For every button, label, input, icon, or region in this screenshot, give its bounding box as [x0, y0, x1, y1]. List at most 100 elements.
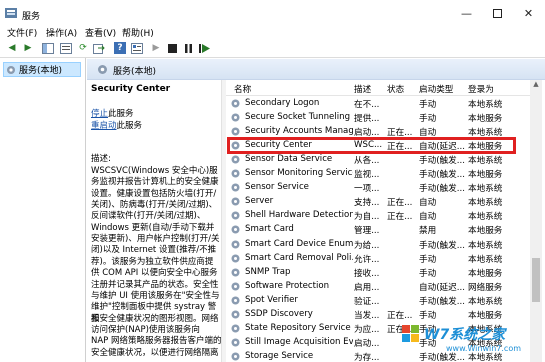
close-button[interactable]: ✕	[512, 0, 545, 26]
table-row[interactable]: Sensor Monitoring Service 监视... 手动(触发... 本地…	[226, 166, 518, 180]
cell-logon: 网络服务	[468, 282, 503, 293]
cell-name: Spot Verifier	[245, 294, 298, 305]
service-gear-icon	[231, 127, 240, 136]
cell-desc: 为给...	[354, 240, 380, 251]
scroll-up-icon[interactable]: ▲	[530, 80, 542, 90]
table-row[interactable]: Secure Socket Tunneling ... 提供... 手动 本地服务	[226, 110, 518, 124]
forward-arrow-icon: ▶	[24, 43, 32, 53]
cell-desc: 为存...	[354, 352, 380, 362]
menu-action[interactable]: 操作(A)	[46, 26, 77, 39]
description-line: 注册并记录其产品的状态。安全性	[91, 279, 219, 290]
cell-startup: 手动(触发...	[419, 240, 465, 251]
table-row[interactable]: SNMP Trap 接收... 手动 本地服务	[226, 265, 518, 279]
service-gear-icon	[231, 338, 240, 347]
maximize-button[interactable]	[481, 0, 514, 26]
cell-logon: 本地系统	[468, 212, 503, 223]
table-row[interactable]: Smart Card 管理... 禁用 本地服务	[226, 222, 518, 236]
windows-logo-icon	[402, 325, 419, 342]
column-header-name[interactable]: 名称	[234, 83, 251, 95]
table-row[interactable]: Shell Hardware Detection 为自... 正在... 自动 本地系统	[226, 208, 518, 222]
column-header-description[interactable]: 描述	[354, 83, 371, 95]
cell-name: Storage Service	[245, 350, 314, 361]
cell-desc: 为应...	[354, 324, 380, 335]
tree-item-services-local[interactable]: 服务(本地)	[3, 62, 81, 77]
cell-desc: 当发...	[354, 310, 380, 321]
pause-icon	[184, 43, 192, 53]
cell-desc: 在不...	[354, 100, 380, 110]
services-gear-icon	[7, 65, 15, 74]
table-row[interactable]: Sensor Data Service 从各... 手动(触发... 本地系统	[226, 152, 518, 166]
description-line: 反间谍软件(打开/关闭/过期)、	[91, 211, 206, 222]
pause-service-button[interactable]	[182, 42, 194, 54]
menu-help[interactable]: 帮助(H)	[122, 26, 154, 39]
refresh-button[interactable]: ⟳	[77, 42, 89, 54]
column-header-status[interactable]: 状态	[387, 83, 404, 95]
cell-desc: 提供...	[354, 114, 380, 125]
close-icon: ✕	[523, 6, 534, 20]
vertical-scrollbar[interactable]: ▲	[530, 80, 542, 362]
cell-name: SNMP Trap	[245, 266, 291, 277]
cell-desc: 支持...	[354, 198, 380, 209]
service-gear-icon	[231, 197, 240, 206]
restart-service-link[interactable]: 重启动	[91, 121, 117, 131]
table-row[interactable]: Sensor Service 一项... 手动(触发... 本地系统	[226, 180, 518, 194]
service-gear-icon	[231, 268, 240, 277]
list-view-button[interactable]	[60, 42, 72, 54]
export-icon	[93, 43, 105, 54]
show-tree-button[interactable]	[42, 42, 54, 54]
play-icon: ▶	[152, 43, 160, 53]
console-tree: 服务(本地)	[0, 58, 86, 362]
start-service-button[interactable]: ▶	[150, 42, 162, 54]
restart-service-button[interactable]	[198, 42, 210, 54]
details-header: 服务(本地)	[87, 59, 545, 80]
stop-service-button[interactable]	[166, 42, 178, 54]
table-row[interactable]: Smart Card Device Enum... 为给... 手动(触发... 本地…	[226, 237, 518, 251]
list-icon	[60, 42, 72, 54]
service-gear-icon	[231, 225, 240, 234]
cell-name: Secondary Logon	[245, 98, 320, 108]
description-pane: Security Center 停止此服务 重启动此服务 描述: WSCSVC(…	[87, 80, 227, 362]
help-button[interactable]: ?	[114, 42, 126, 54]
forward-button[interactable]: ▶	[22, 42, 34, 54]
cell-name: Security Accounts Manag...	[245, 126, 353, 137]
stop-service-link[interactable]: 停止	[91, 109, 108, 119]
table-row[interactable]: Security Accounts Manag... 启动... 正在... 自动 本地…	[226, 124, 518, 138]
table-header: 名称 描述 状态 启动类型 登录为	[226, 80, 530, 96]
cell-desc: 监视...	[354, 170, 380, 181]
watermark-url: www.Winwin7.com	[446, 344, 522, 353]
description-line: 闭)以及 Internet 设置(推荐/不推	[91, 245, 217, 256]
minimize-button[interactable]: —	[450, 0, 483, 26]
table-row[interactable]: Secondary Logon 在不... 手动 本地系统	[226, 96, 518, 110]
title-bar: 服务 — ✕	[0, 0, 545, 26]
menu-file[interactable]: 文件(F)	[7, 26, 37, 39]
table-row[interactable]: Software Protection 启用... 自动(延迟... 网络服务	[226, 279, 518, 293]
cell-name: Still Image Acquisition Ev...	[245, 336, 353, 347]
properties-button[interactable]	[131, 42, 143, 54]
table-row[interactable]: SSDP Discovery 当发... 正在... 手动 本地服务	[226, 307, 518, 321]
menu-view[interactable]: 查看(V)	[85, 26, 116, 39]
description-line: 设置。健康设置包括防火墙(打开/	[91, 188, 217, 199]
service-gear-icon	[231, 282, 240, 291]
scrollbar-thumb[interactable]	[532, 258, 540, 302]
table-row[interactable]: Smart Card Removal Poli... 允许... 手动 本地系统	[226, 251, 518, 265]
column-header-logon-as[interactable]: 登录为	[468, 83, 494, 95]
cell-name: Sensor Service	[245, 182, 309, 193]
table-row[interactable]: Spot Verifier 验证... 手动(触发... 本地系统	[226, 293, 518, 307]
cell-name: Smart Card Device Enum...	[245, 238, 353, 249]
cell-logon: 本地系统	[468, 198, 503, 209]
cell-startup: 自动	[419, 198, 437, 209]
back-button[interactable]: ◀	[6, 42, 18, 54]
cell-startup: 手动(触发...	[419, 170, 465, 181]
cell-logon: 本地服务	[468, 170, 503, 181]
service-gear-icon	[231, 254, 240, 263]
cell-name: Shell Hardware Detection	[245, 210, 353, 221]
back-arrow-icon: ◀	[8, 43, 16, 53]
export-list-button[interactable]	[93, 42, 105, 54]
service-gear-icon	[231, 310, 240, 319]
toolbar: ◀ ▶ ⟳ ? ▶	[0, 40, 545, 58]
table-row[interactable]: Server 支持... 正在... 自动 本地系统	[226, 194, 518, 208]
service-name-heading: Security Center	[91, 84, 171, 94]
cell-desc: 允许...	[354, 254, 380, 265]
cell-logon: 本地系统	[468, 156, 503, 167]
column-header-startup-type[interactable]: 启动类型	[419, 83, 453, 95]
